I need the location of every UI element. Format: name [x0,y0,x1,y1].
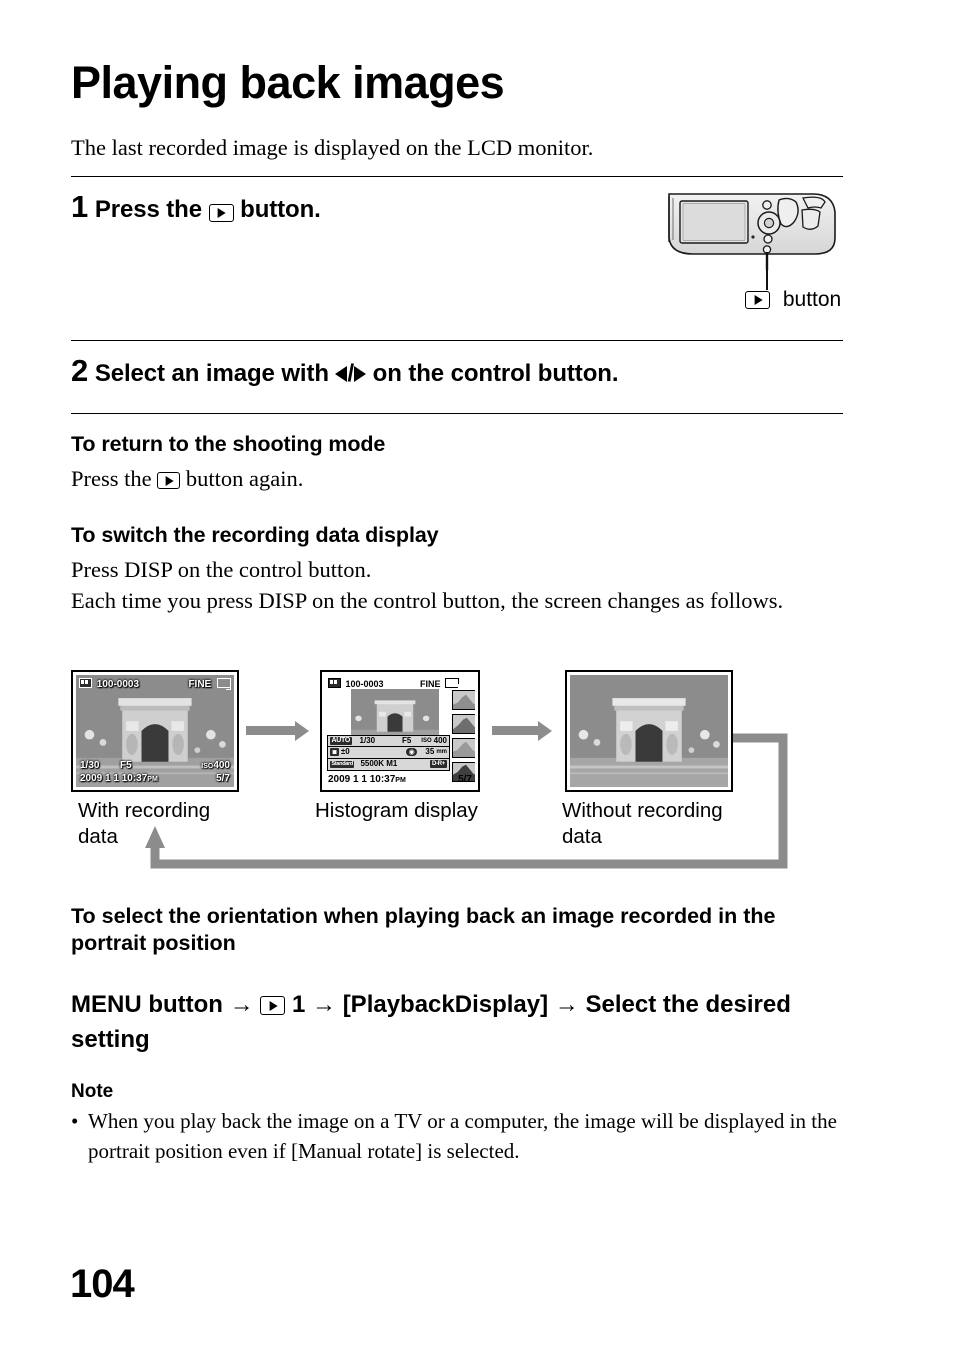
note-bullet: • [71,1109,79,1133]
menu-path-part1: MENU button [71,991,223,1018]
arrow-right-2: → [312,991,337,1018]
arrow-right-1: → [229,991,254,1018]
note-text: When you play back the image on a TV or … [88,1109,837,1163]
menu-path-line: MENU button → 1 → [PlaybackDisplay] → Se… [71,987,861,1057]
menu-path-part2: 1 [291,991,306,1018]
page-number: 104 [70,1262,135,1306]
note-body: • When you play back the image on a TV o… [71,1106,851,1166]
arrow-right-3: → [554,991,579,1018]
heading-select-orientation: To select the orientation when playing b… [71,904,776,955]
manual-page: Playing back images The last recorded im… [0,0,954,1345]
playback-icon [260,996,286,1016]
note-heading: Note [71,1081,114,1102]
menu-path-part3: [PlaybackDisplay] [342,991,549,1018]
